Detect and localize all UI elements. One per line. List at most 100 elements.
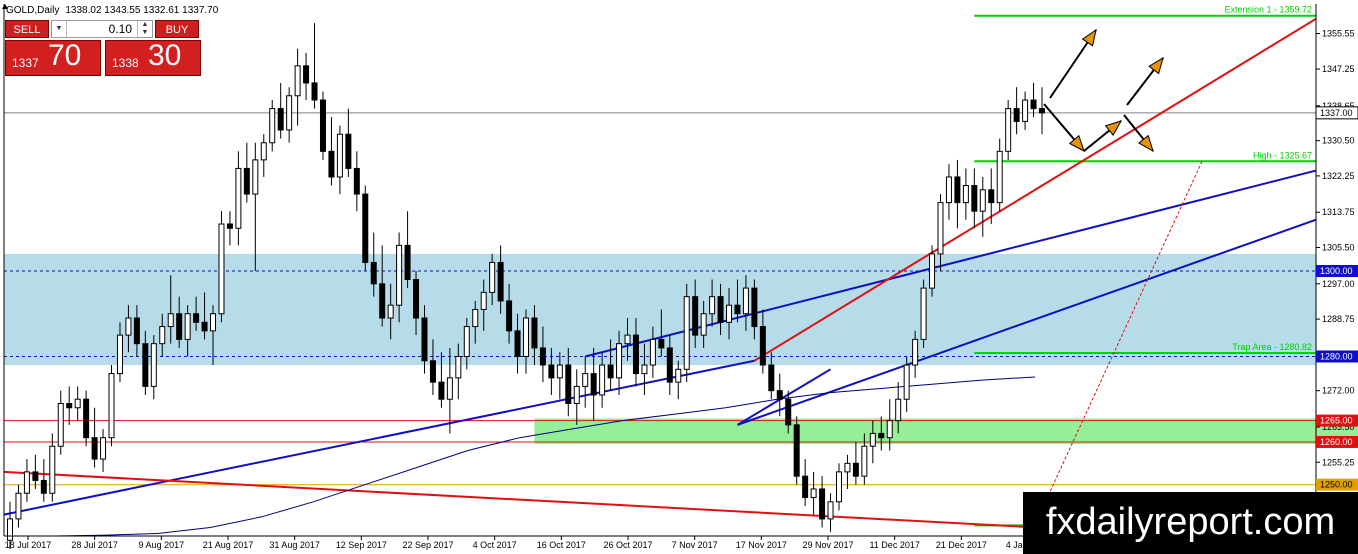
candle-body — [125, 317, 132, 336]
price-axis-tag-label: 1250.00 — [1320, 480, 1353, 490]
candle-body — [396, 244, 403, 306]
candle-body — [49, 445, 56, 494]
lot-size-input[interactable]: ▼ 0.10 ▲ ▼ — [51, 20, 153, 38]
watermark-logo: fxdailyreport.com — [1023, 492, 1358, 554]
candle-body — [413, 279, 420, 319]
candle-body — [624, 334, 631, 345]
candle-body — [649, 338, 656, 366]
candle-body — [607, 364, 614, 379]
candle-body — [1022, 99, 1029, 122]
y-tick-label: 1305.50 — [1322, 242, 1355, 252]
candle-body — [514, 330, 521, 357]
candle-body — [793, 424, 800, 477]
y-tick-label: 1322.25 — [1322, 171, 1355, 181]
lot-size-value[interactable]: 0.10 — [68, 21, 132, 37]
candle-body — [996, 150, 1003, 204]
candle-body — [962, 185, 969, 204]
candle-body — [726, 304, 733, 323]
candle-body — [912, 338, 919, 366]
sell-price-box[interactable]: 1337 70 — [5, 39, 101, 76]
x-tick-label: 22 Sep 2017 — [402, 540, 453, 550]
candle-body — [319, 99, 326, 152]
candle-body — [683, 296, 690, 370]
x-tick-label: 26 Oct 2017 — [603, 540, 652, 550]
one-click-trading-panel: SELL ▼ 0.10 ▲ ▼ BUY 1337 70 1338 30 — [5, 20, 201, 76]
candle-body — [616, 343, 623, 379]
y-tick-label: 1347.25 — [1322, 64, 1355, 74]
buy-price-big: 30 — [148, 39, 182, 72]
candle-body — [100, 437, 107, 460]
candle-body — [666, 347, 673, 383]
candle-body — [1030, 99, 1037, 110]
candle-body — [548, 364, 555, 379]
candle-body — [472, 308, 479, 328]
price-axis-tag: 1260.00 — [1316, 435, 1358, 448]
sell-button[interactable]: SELL — [5, 20, 49, 38]
candle-body — [692, 296, 699, 336]
price-axis-tag-label: 1265.00 — [1320, 416, 1353, 426]
candle-body — [353, 167, 360, 195]
candle-body — [303, 65, 310, 84]
x-tick-label: 16 Oct 2017 — [537, 540, 586, 550]
price-axis-tag: 1300.00 — [1316, 265, 1358, 277]
lot-stepper-icon[interactable]: ▲ ▼ — [137, 21, 152, 37]
price-axis-tag-label: 1280.00 — [1320, 351, 1353, 361]
candle-body — [920, 287, 927, 340]
candle-body — [159, 326, 166, 345]
candle-body — [835, 471, 842, 503]
x-tick-label: 4 Oct 2017 — [473, 540, 517, 550]
candle-body — [311, 82, 318, 101]
candle-body — [776, 390, 783, 400]
x-tick-label: 28 Jul 2017 — [71, 540, 118, 550]
candle-body — [565, 364, 572, 404]
candle-body — [463, 326, 470, 357]
candle-body — [455, 355, 462, 379]
candle-body — [167, 313, 174, 328]
sell-price-small: 1337 — [12, 56, 39, 70]
support-zone — [534, 418, 1358, 445]
candle-body — [57, 403, 64, 447]
candle-body — [954, 176, 961, 204]
price-axis-tag-label: 1260.00 — [1320, 437, 1353, 447]
candle-body — [176, 313, 183, 340]
candle-body — [599, 364, 606, 396]
lot-dropdown-icon[interactable]: ▼ — [52, 21, 67, 37]
y-tick-label: 1272.00 — [1322, 386, 1355, 396]
candle-body — [717, 296, 724, 323]
chart-title: GOLD,Daily 1338.02 1343.55 1332.61 1337.7… — [6, 5, 219, 16]
y-tick-label: 1288.75 — [1322, 314, 1355, 324]
candle-body — [210, 313, 217, 332]
candle-body — [1005, 108, 1012, 152]
candle-body — [819, 488, 826, 520]
x-tick-label: 9 Aug 2017 — [139, 540, 185, 550]
candle-body — [480, 291, 487, 310]
chart-ohlc: 1338.02 1343.55 1332.61 1337.70 — [65, 5, 218, 16]
candle-body — [116, 334, 123, 375]
candle-body — [133, 317, 140, 345]
buy-price-box[interactable]: 1338 30 — [105, 39, 201, 76]
candle — [362, 185, 369, 271]
candle-body — [362, 193, 369, 263]
candle-body — [252, 159, 259, 195]
candle — [108, 365, 115, 447]
candle-body — [184, 313, 191, 340]
candle-body — [523, 317, 529, 357]
candle-body — [1013, 108, 1020, 122]
fib-level-label: Trap Area - 1280.82 — [1232, 342, 1312, 352]
candle-body — [590, 373, 597, 396]
candle-body — [539, 347, 546, 366]
candle-body — [878, 432, 885, 439]
candle-body — [226, 223, 233, 229]
buy-button[interactable]: BUY — [155, 20, 199, 38]
candle-body — [785, 398, 792, 426]
candle-body — [421, 317, 428, 362]
candle-body — [193, 313, 200, 323]
candle-body — [286, 95, 293, 131]
buy-price-small: 1338 — [112, 56, 139, 70]
candle-body — [531, 317, 538, 349]
price-chart[interactable]: Extension 1 - 1359.72 High - 1325.67 Trap … — [0, 0, 1358, 554]
candle-body — [243, 167, 250, 195]
candle-body — [269, 108, 276, 144]
candle-body — [336, 133, 343, 178]
x-tick-label: 12 Sep 2017 — [336, 540, 387, 550]
